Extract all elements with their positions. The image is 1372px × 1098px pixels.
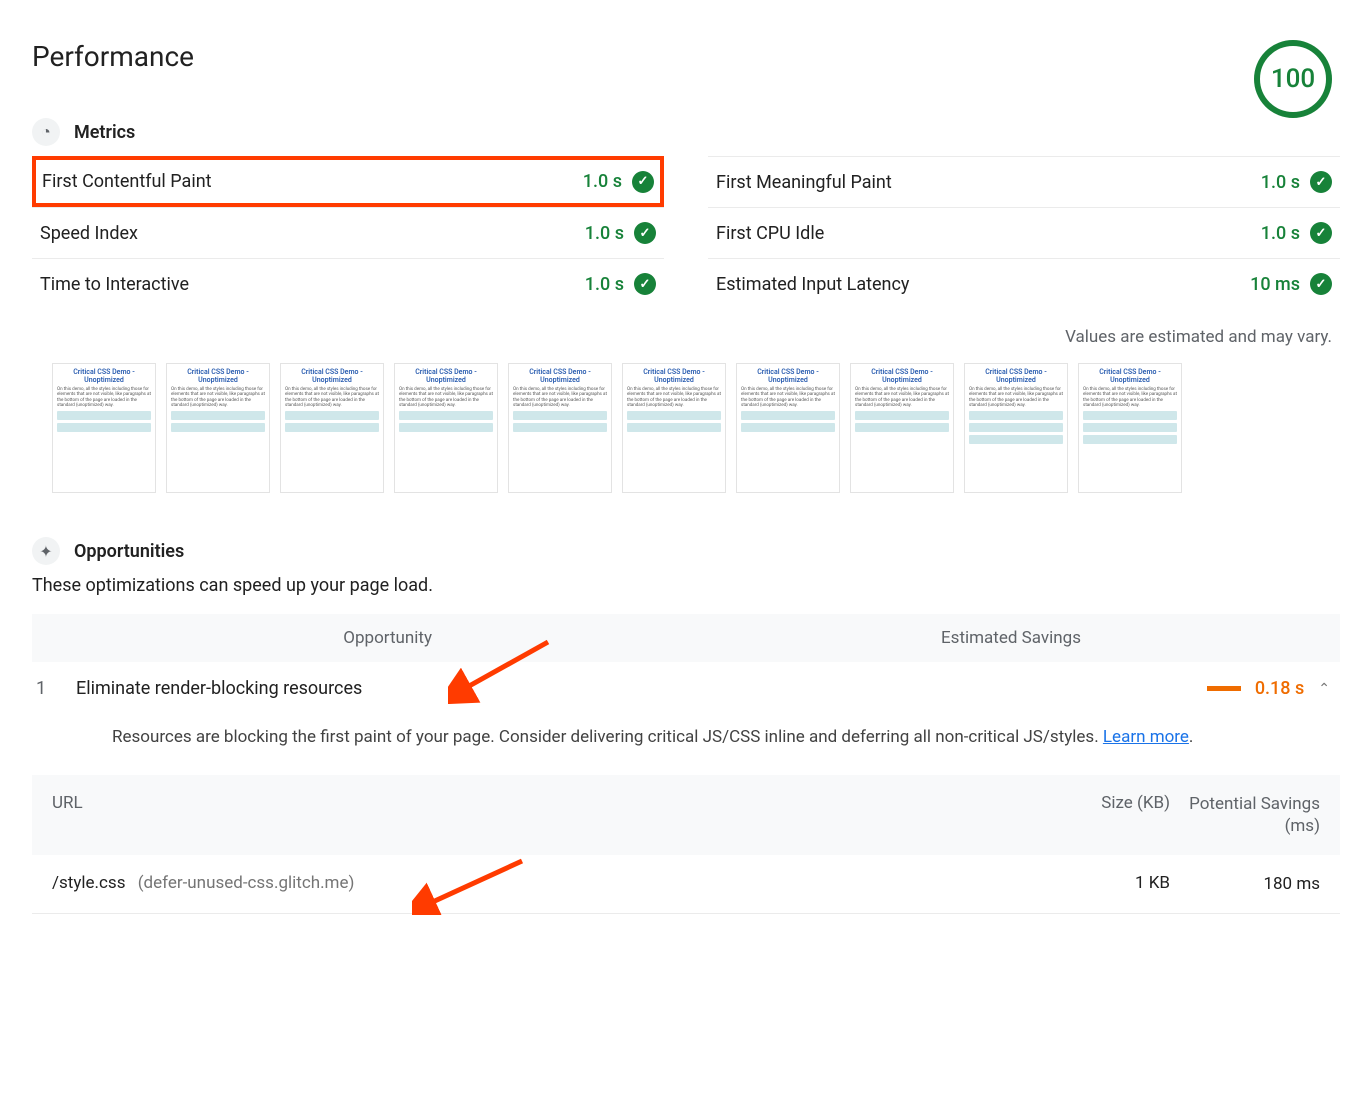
url-column: URL [52,793,1030,837]
potential-savings-column: Potential Savings (ms) [1170,793,1320,837]
opportunity-detail: Resources are blocking the first paint o… [32,715,1340,775]
frame-title: Critical CSS Demo - Unoptimized [1083,368,1177,385]
learn-more-link[interactable]: Learn more [1103,727,1189,747]
opportunities-description: These optimizations can speed up your pa… [32,575,1340,596]
filmstrip: Critical CSS Demo - UnoptimizedOn this d… [32,363,1340,493]
metric-name: Speed Index [40,223,138,244]
filmstrip-frame: Critical CSS Demo - UnoptimizedOn this d… [964,363,1068,493]
metric-name: First Meaningful Paint [716,172,892,193]
opportunity-row[interactable]: 1 Eliminate render-blocking resources 0.… [32,662,1340,715]
resource-size: 1 KB [1030,873,1170,895]
opportunity-icon: ✦ [32,537,60,565]
metric-row[interactable]: First Contentful Paint 1.0 s ✓ [32,156,664,207]
metric-value: 1.0 s [585,274,624,295]
filmstrip-frame: Critical CSS Demo - UnoptimizedOn this d… [1078,363,1182,493]
opportunity-detail-text: Resources are blocking the first paint o… [112,727,1103,747]
resources-header: URL Size (KB) Potential Savings (ms) [32,775,1340,855]
metric-row[interactable]: First CPU Idle 1.0 s ✓ [708,207,1340,258]
opportunity-name: Eliminate render-blocking resources [76,678,596,699]
metrics-grid: First Contentful Paint1.0 s✓First Meanin… [32,156,1340,309]
frame-title: Critical CSS Demo - Unoptimized [171,368,265,385]
metric-row[interactable]: Estimated Input Latency 10 ms ✓ [708,258,1340,309]
frame-title: Critical CSS Demo - Unoptimized [57,368,151,385]
check-icon: ✓ [632,171,654,193]
resource-path: /style.css [52,873,125,893]
check-icon: ✓ [1310,222,1332,244]
frame-title: Critical CSS Demo - Unoptimized [741,368,835,385]
page-title: Performance [32,40,194,73]
frame-title: Critical CSS Demo - Unoptimized [513,368,607,385]
metric-row[interactable]: First Meaningful Paint 1.0 s ✓ [708,156,1340,207]
filmstrip-frame: Critical CSS Demo - UnoptimizedOn this d… [508,363,612,493]
metric-value: 1.0 s [583,171,622,192]
metric-row[interactable]: Time to Interactive 1.0 s ✓ [32,258,664,309]
check-icon: ✓ [634,273,656,295]
metric-value: 1.0 s [1261,172,1300,193]
chevron-up-icon[interactable]: ⌃ [1318,681,1330,697]
resource-host: (defer-unused-css.glitch.me) [138,873,355,893]
filmstrip-frame: Critical CSS Demo - UnoptimizedOn this d… [736,363,840,493]
resource-savings: 180 ms [1170,873,1320,895]
metric-name: Estimated Input Latency [716,274,909,295]
frame-title: Critical CSS Demo - Unoptimized [285,368,379,385]
resource-row: /style.css (defer-unused-css.glitch.me) … [32,855,1340,914]
opportunity-time: 0.18 s [1255,678,1304,699]
frame-title: Critical CSS Demo - Unoptimized [399,368,493,385]
check-icon: ✓ [634,222,656,244]
opportunities-section-header: ✦ Opportunities [32,537,1340,565]
frame-title: Critical CSS Demo - Unoptimized [855,368,949,385]
metric-name: First CPU Idle [716,223,824,244]
filmstrip-frame: Critical CSS Demo - UnoptimizedOn this d… [850,363,954,493]
frame-title: Critical CSS Demo - Unoptimized [627,368,721,385]
opportunities-label: Opportunities [74,541,184,562]
metric-name: Time to Interactive [40,274,189,295]
size-column: Size (KB) [1030,793,1170,837]
savings-column: Estimated Savings [452,628,1320,648]
check-icon: ✓ [1310,171,1332,193]
metrics-label: Metrics [74,122,135,143]
filmstrip-frame: Critical CSS Demo - UnoptimizedOn this d… [52,363,156,493]
opportunity-column: Opportunity [52,628,452,648]
metric-row[interactable]: Speed Index 1.0 s ✓ [32,207,664,258]
filmstrip-frame: Critical CSS Demo - UnoptimizedOn this d… [394,363,498,493]
metric-value: 1.0 s [1261,223,1300,244]
resources-table: URL Size (KB) Potential Savings (ms) /st… [32,775,1340,914]
frame-title: Critical CSS Demo - Unoptimized [969,368,1063,385]
score-gauge: 100 [1254,40,1332,118]
filmstrip-frame: Critical CSS Demo - UnoptimizedOn this d… [622,363,726,493]
metrics-disclaimer: Values are estimated and may vary. [32,327,1332,347]
filmstrip-frame: Critical CSS Demo - UnoptimizedOn this d… [166,363,270,493]
savings-bar [1207,686,1241,691]
metrics-section-header: ◔ Metrics [32,118,1340,146]
filmstrip-frame: Critical CSS Demo - UnoptimizedOn this d… [280,363,384,493]
metric-value: 10 ms [1250,274,1300,295]
metric-value: 1.0 s [585,223,624,244]
opportunities-table-header: Opportunity Estimated Savings [32,614,1340,662]
stopwatch-icon: ◔ [32,118,60,146]
opportunity-index: 1 [36,678,76,699]
metric-name: First Contentful Paint [42,171,212,192]
check-icon: ✓ [1310,273,1332,295]
